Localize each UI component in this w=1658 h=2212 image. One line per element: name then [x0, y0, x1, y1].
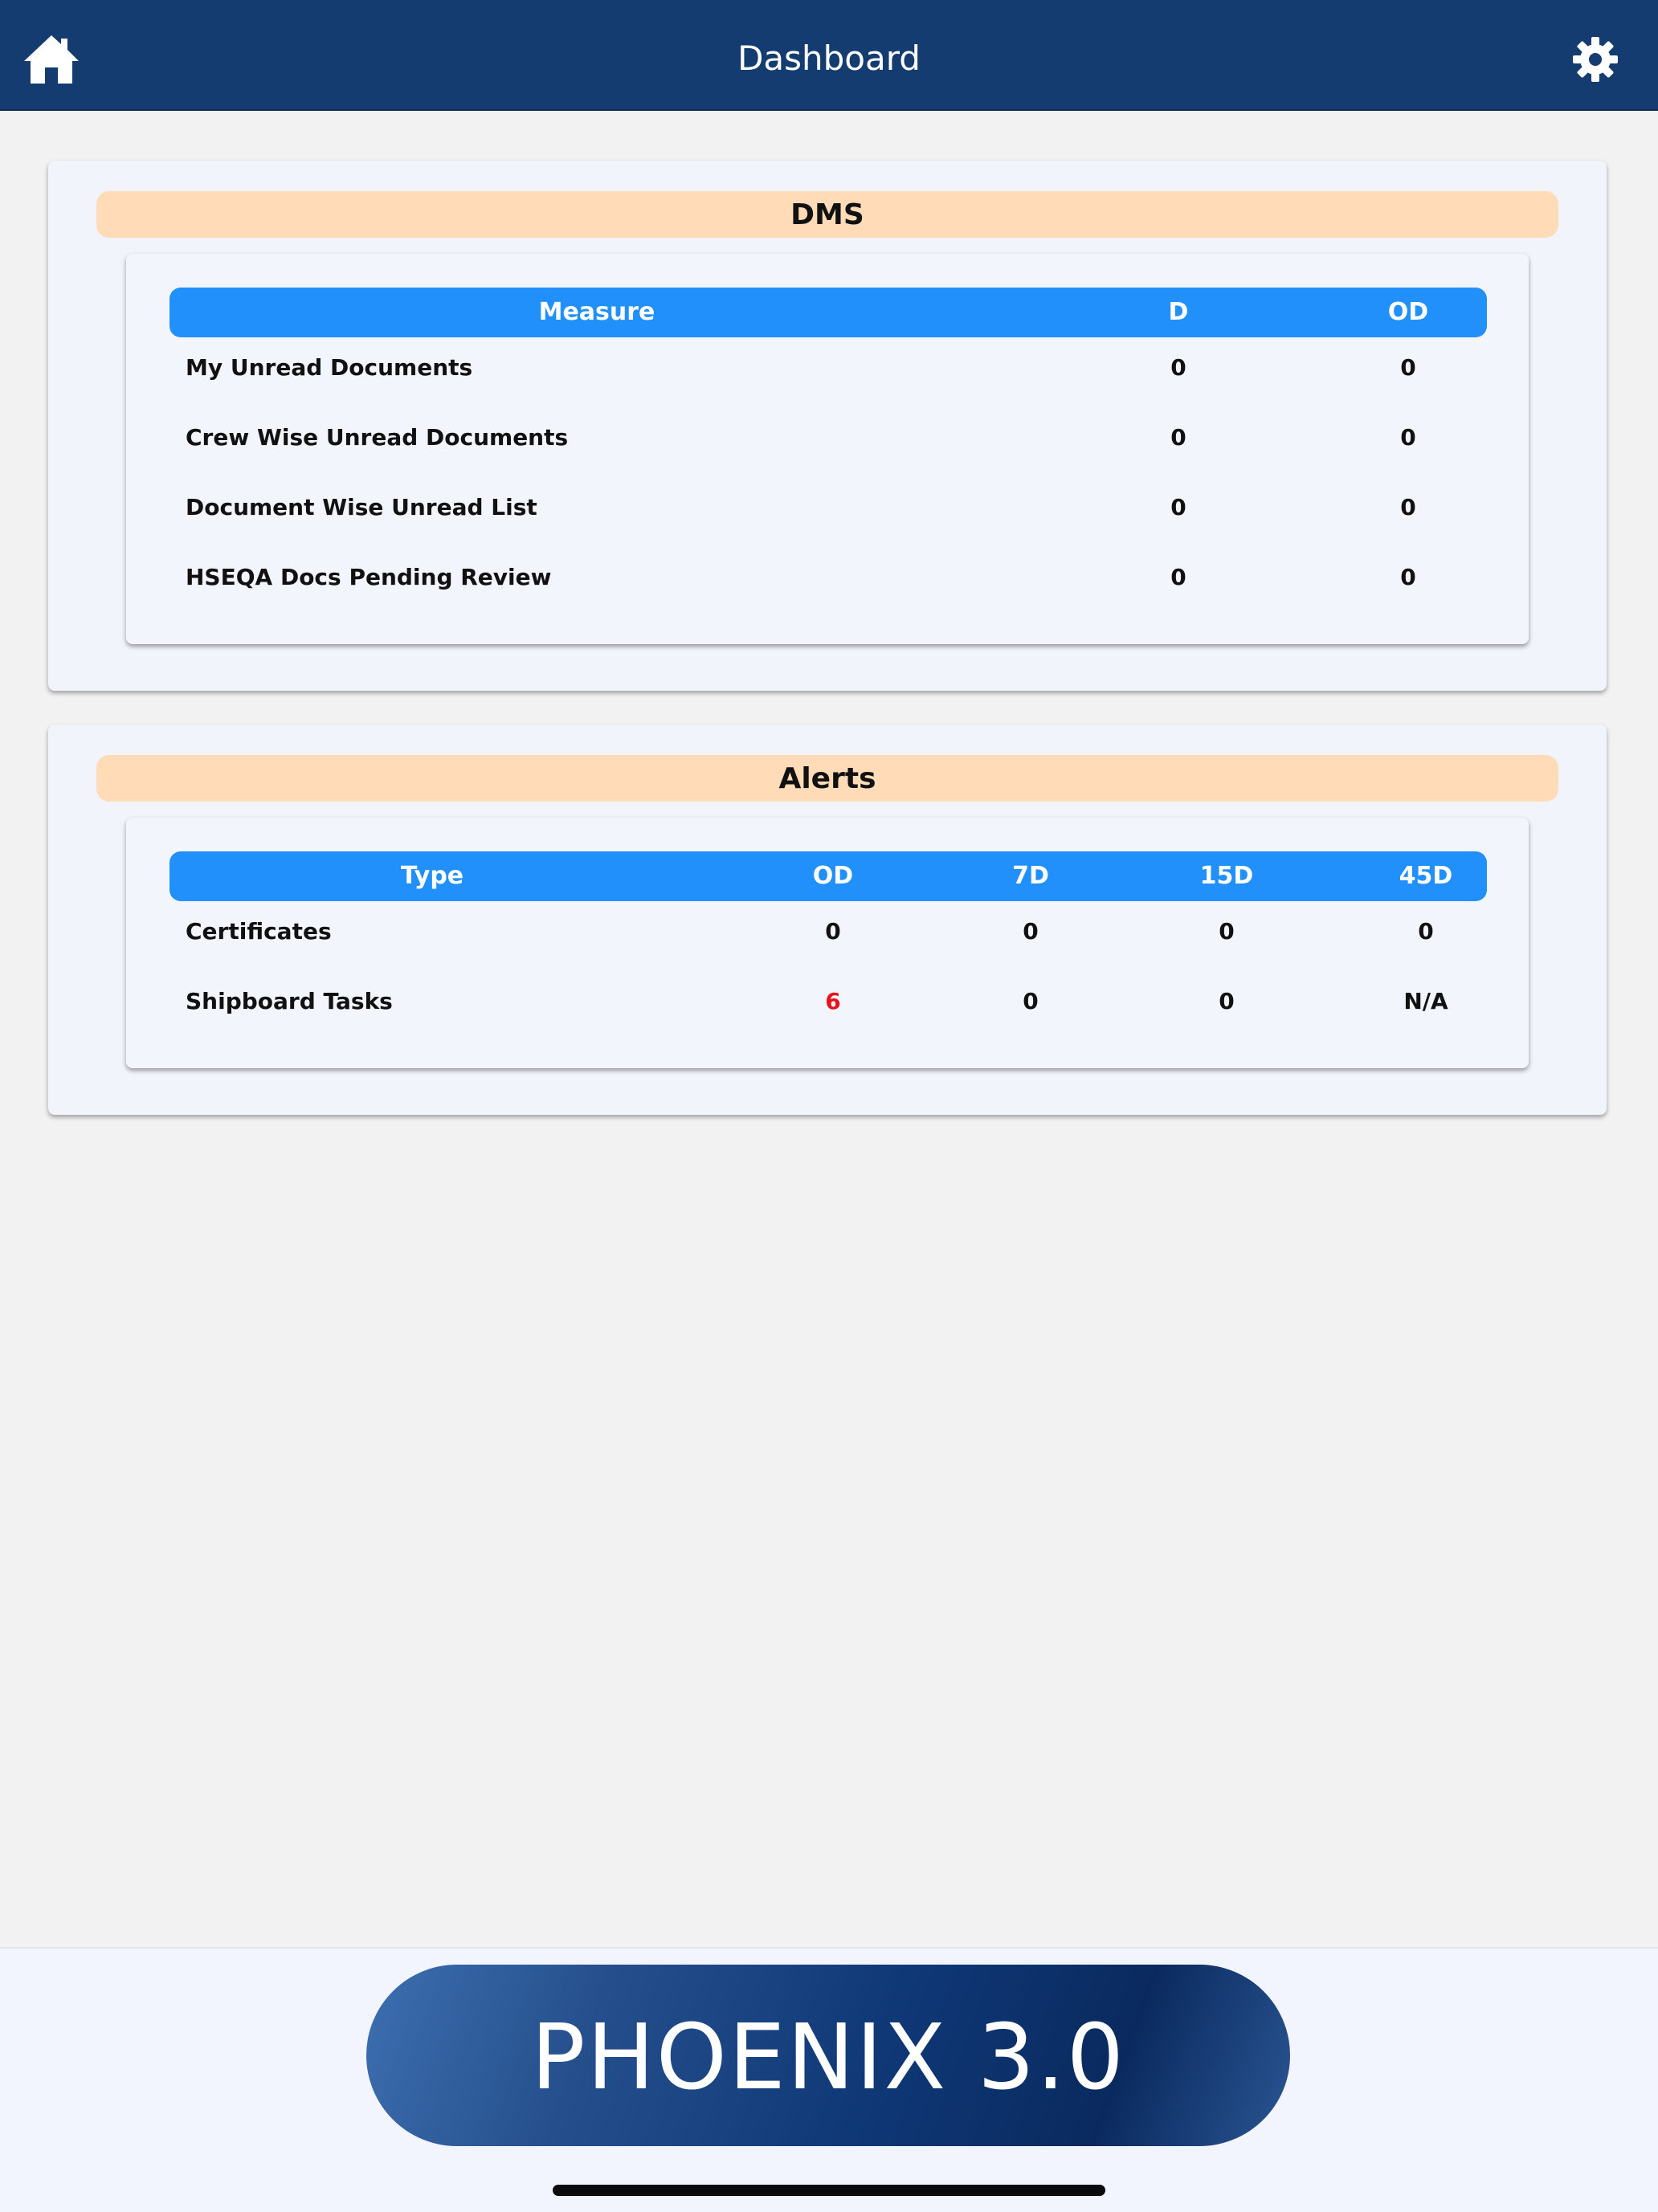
column-header-7d: 7D: [1012, 862, 1049, 890]
column-header-15d: 15D: [1199, 862, 1254, 890]
dms-table-header: Measure D OD: [169, 288, 1487, 337]
od-value: 0: [825, 918, 841, 945]
45d-value: 0: [1418, 918, 1434, 945]
measure-label: Document Wise Unread List: [186, 494, 537, 520]
home-indicator[interactable]: [553, 2185, 1105, 2196]
measure-label: My Unread Documents: [186, 354, 473, 381]
column-header-45d: 45D: [1399, 862, 1453, 890]
d-value: 0: [1170, 564, 1186, 590]
table-row[interactable]: Certificates 0 0 0 0: [169, 908, 1487, 956]
alerts-table-card: Type OD 7D 15D 45D Certificates 0 0 0 0 …: [126, 818, 1529, 1068]
od-value: 0: [1400, 564, 1416, 590]
table-row[interactable]: Document Wise Unread List 0 0: [169, 484, 1487, 532]
page-title: Dashboard: [737, 39, 921, 78]
od-value: 0: [1400, 354, 1416, 381]
alerts-panel: Alerts Type OD 7D 15D 45D Certificates 0…: [48, 724, 1607, 1115]
column-header-measure: Measure: [538, 298, 655, 326]
brand-logo: PHOENIX 3.0: [366, 1965, 1290, 2146]
table-row[interactable]: HSEQA Docs Pending Review 0 0: [169, 553, 1487, 602]
dms-section-title: DMS: [96, 191, 1558, 238]
d-value: 0: [1170, 424, 1186, 451]
45d-value: N/A: [1403, 988, 1448, 1014]
od-value-alert[interactable]: 6: [775, 977, 891, 1026]
d-value: 0: [1170, 494, 1186, 520]
measure-label: Crew Wise Unread Documents: [186, 424, 569, 451]
column-header-d: D: [1168, 298, 1189, 326]
alerts-section-title: Alerts: [96, 755, 1558, 802]
dms-panel: DMS Measure D OD My Unread Documents 0 0…: [48, 161, 1607, 691]
column-header-od: OD: [1387, 298, 1429, 326]
dms-table-card: Measure D OD My Unread Documents 0 0 Cre…: [126, 254, 1529, 644]
measure-label: HSEQA Docs Pending Review: [186, 564, 552, 590]
footer: PHOENIX 3.0: [0, 1947, 1658, 2212]
table-row[interactable]: My Unread Documents 0 0: [169, 344, 1487, 392]
alerts-table-header: Type OD 7D 15D 45D: [169, 851, 1487, 901]
type-label: Certificates: [186, 918, 332, 945]
15d-value: 0: [1219, 918, 1235, 945]
15d-value: 0: [1219, 988, 1235, 1014]
gear-icon[interactable]: [1571, 35, 1619, 84]
d-value: 0: [1170, 354, 1186, 381]
7d-value: 0: [1023, 988, 1039, 1014]
od-value: 0: [1400, 424, 1416, 451]
od-value: 0: [1400, 494, 1416, 520]
7d-value: 0: [1023, 918, 1039, 945]
column-header-od: OD: [812, 862, 854, 890]
table-row[interactable]: Crew Wise Unread Documents 0 0: [169, 414, 1487, 462]
type-label: Shipboard Tasks: [186, 988, 393, 1014]
column-header-type: Type: [400, 862, 464, 890]
table-row[interactable]: Shipboard Tasks 6 0 0 N/A: [169, 977, 1487, 1026]
top-bar: Dashboard: [0, 0, 1658, 111]
